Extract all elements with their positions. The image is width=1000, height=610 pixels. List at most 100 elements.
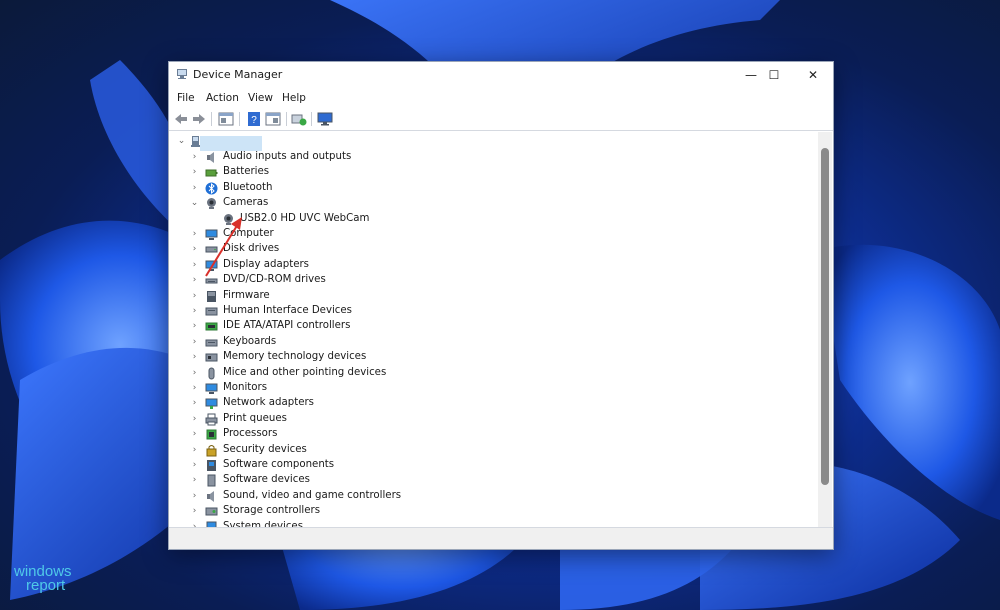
tree-item-label: Storage controllers — [223, 505, 321, 517]
chevron-right-icon[interactable]: › — [190, 491, 199, 502]
status-bar — [169, 527, 833, 549]
chevron-right-icon[interactable]: › — [190, 167, 199, 178]
menu-action[interactable]: Action — [206, 92, 239, 104]
annotation-arrow — [205, 217, 242, 277]
chevron-right-icon[interactable]: › — [190, 460, 199, 471]
chevron-right-icon[interactable]: › — [190, 414, 199, 425]
printer-icon — [205, 413, 218, 426]
menu-view[interactable]: View — [248, 92, 273, 104]
tree-category-item[interactable]: › Sound, video and game controllers — [170, 489, 590, 504]
tree-item-label: Software components — [223, 459, 335, 470]
tree-category-item[interactable]: › Network adapters — [170, 396, 590, 411]
tree-item-label: Print queues — [223, 412, 287, 424]
watermark-line2: report — [26, 577, 66, 594]
tree-category-item[interactable]: › IDE ATA/ATAPI controllers — [170, 319, 590, 334]
bluetooth-icon — [205, 182, 218, 195]
toolbar-separator — [286, 112, 287, 126]
toolbar: ? — [169, 108, 833, 131]
chevron-right-icon[interactable]: › — [190, 260, 199, 271]
help-icon[interactable]: ? — [245, 110, 263, 128]
battery-icon — [205, 169, 218, 177]
menu-help[interactable]: Help — [282, 92, 306, 104]
chevron-right-icon[interactable]: › — [190, 337, 199, 348]
device-manager-app-icon — [177, 69, 187, 79]
view-icon[interactable] — [264, 110, 282, 128]
firmware-icon — [207, 290, 216, 302]
memory-icon — [205, 353, 218, 362]
tree-category-item[interactable]: › Memory technology devices — [170, 350, 590, 365]
toolbar-separator — [211, 112, 212, 126]
tree-category-item[interactable]: › Software components — [170, 458, 590, 473]
tree-root[interactable]: ⌄ — [170, 134, 290, 151]
monitor-icon[interactable] — [316, 110, 334, 128]
chevron-right-icon[interactable]: › — [190, 275, 199, 286]
tree-category-item[interactable]: › Human Interface Devices — [170, 304, 590, 319]
chevron-right-icon[interactable]: › — [190, 244, 199, 255]
tree-category-item[interactable]: › Firmware — [170, 289, 590, 304]
close-icon: ✕ — [807, 68, 819, 82]
windows-report-watermark: windows report — [14, 564, 72, 594]
chevron-right-icon[interactable]: › — [190, 183, 199, 194]
scroll-thumb[interactable] — [821, 148, 829, 485]
tree-category-item[interactable]: › Print queues — [170, 412, 590, 427]
chevron-right-icon[interactable]: › — [190, 321, 199, 332]
camera-icon — [207, 198, 216, 210]
tree-category-item[interactable]: › Keyboards — [170, 335, 590, 350]
tree-category-item[interactable]: › Batteries — [170, 165, 590, 180]
tree-category-item[interactable]: › Mice and other pointing devices — [170, 366, 590, 381]
chevron-right-icon[interactable]: › — [190, 429, 199, 440]
vertical-scrollbar[interactable] — [818, 132, 832, 527]
security-icon — [206, 444, 217, 457]
close-button[interactable]: ✕ — [793, 62, 833, 88]
hid-icon — [205, 307, 218, 316]
svg-text:?: ? — [251, 115, 257, 126]
chevron-right-icon[interactable]: › — [190, 291, 199, 302]
tree-category-item[interactable]: › Processors — [170, 427, 590, 442]
tree-category-item[interactable]: › Audio inputs and outputs — [170, 150, 590, 165]
tree-item-label: Security devices — [223, 443, 307, 455]
tree-category-item[interactable]: › Storage controllers — [170, 504, 590, 519]
tree-item-label: Keyboards — [223, 335, 277, 347]
tree-item-label: USB2.0 HD UVC WebCam — [240, 212, 370, 224]
tree-category-item[interactable]: › Bluetooth — [170, 181, 590, 196]
device-tree: ⌄ › Audio inputs and outputs › Batteries › Bl… — [170, 132, 818, 527]
tree-item-label: Bluetooth — [223, 181, 273, 193]
chevron-right-icon[interactable]: › — [190, 475, 199, 486]
chevron-right-icon[interactable]: › — [190, 229, 199, 240]
chevron-right-icon[interactable]: › — [190, 445, 199, 456]
toolbar-separator — [239, 112, 240, 126]
properties-icon[interactable] — [217, 110, 235, 128]
tree-item-label: Firmware — [223, 289, 270, 301]
tree-item-label: Mice and other pointing devices — [223, 366, 387, 378]
tree-category-item[interactable]: › System devices — [170, 520, 590, 527]
device-manager-window: Device Manager — ☐ ✕ File Action View He… — [168, 61, 834, 550]
tree-item-label: Network adapters — [223, 397, 314, 409]
menu-file[interactable]: File — [177, 92, 195, 104]
tree-category-item[interactable]: › Monitors — [170, 381, 590, 396]
chevron-right-icon[interactable]: › — [190, 352, 199, 363]
chevron-down-icon[interactable]: ⌄ — [177, 136, 186, 147]
tree-item-label: Audio inputs and outputs — [223, 151, 352, 162]
chevron-down-icon[interactable]: ⌄ — [190, 198, 199, 209]
tree-category-item[interactable]: ⌄ Cameras — [170, 196, 590, 211]
tree-category-item[interactable]: › Software devices — [170, 473, 590, 488]
scan-icon[interactable] — [290, 110, 308, 128]
tree-item-label: Software devices — [223, 474, 310, 486]
ide-icon — [205, 322, 218, 331]
tree-item-label: Human Interface Devices — [223, 305, 352, 316]
chevron-right-icon[interactable]: › — [190, 368, 199, 379]
tree-category-item[interactable]: › Security devices — [170, 443, 590, 458]
tree-item-label: Monitors — [223, 382, 268, 393]
forward-icon[interactable] — [190, 110, 208, 128]
chevron-right-icon[interactable]: › — [190, 306, 199, 317]
chevron-right-icon[interactable]: › — [190, 152, 199, 163]
chevron-right-icon[interactable]: › — [190, 398, 199, 409]
back-icon[interactable] — [172, 110, 190, 128]
monitor-icon — [205, 383, 218, 394]
chevron-right-icon[interactable]: › — [190, 506, 199, 517]
tree-item-label: Batteries — [223, 166, 270, 178]
maximize-button[interactable]: ☐ — [754, 62, 794, 88]
title-bar[interactable]: Device Manager — ☐ ✕ — [169, 62, 833, 88]
network-icon — [205, 398, 218, 410]
chevron-right-icon[interactable]: › — [190, 383, 199, 394]
